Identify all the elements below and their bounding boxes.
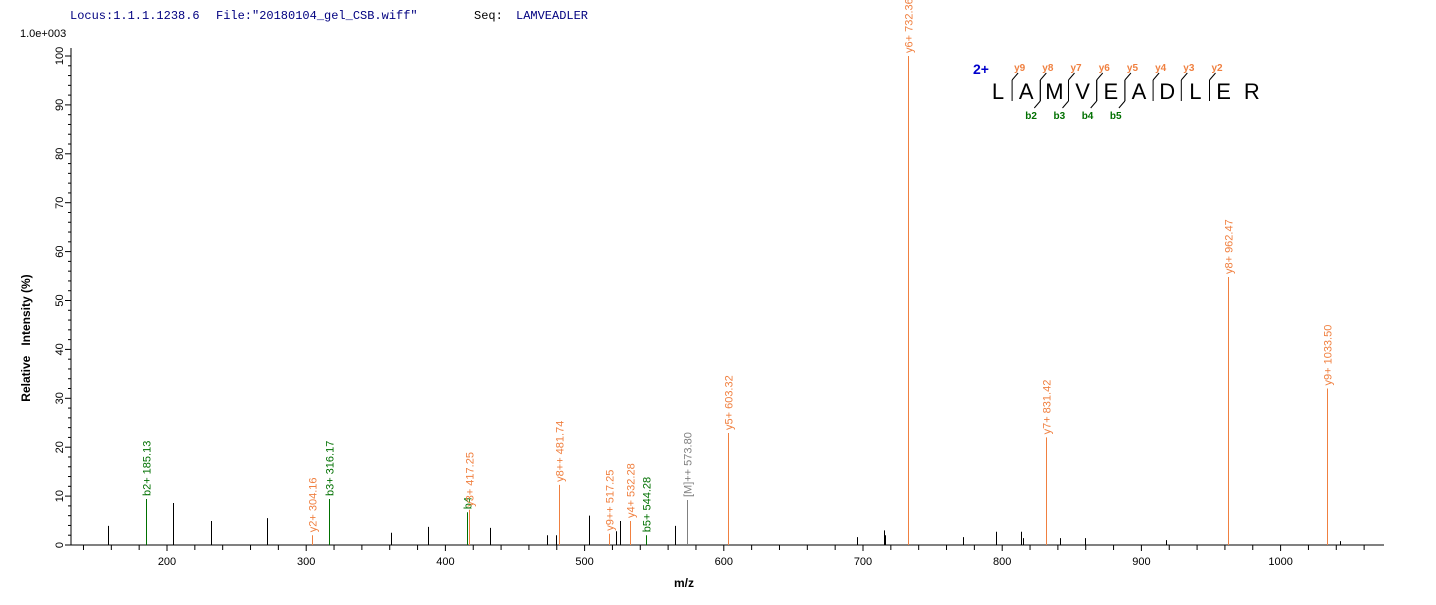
y-cleavage-mark xyxy=(1096,72,1104,81)
y-scale-label: 1.0e+003 xyxy=(20,28,66,40)
sequence-fragment-map: 2+ L A M V E A D L E Ry9 y8b2y7b3y6b4y5b5y4 y3 y2 xyxy=(973,61,1260,122)
b-ion-label: b5 xyxy=(1110,111,1122,122)
y-axis-label: Relative Intensity (%) xyxy=(19,274,33,401)
residue: L xyxy=(1189,79,1201,104)
peak-label: y6+ 732.36 xyxy=(904,0,916,53)
peaks: b2+ 185.13 y2+ 304.16 b3+ 316.17 b4 y3+ 417.… xyxy=(108,0,1341,545)
b-ion-label: b2 xyxy=(1025,111,1037,122)
residue: L xyxy=(992,79,1004,104)
y-cleavage-mark xyxy=(1209,72,1216,81)
peak-label: y9++ 517.25 xyxy=(605,470,617,531)
b-cleavage-mark xyxy=(1118,100,1126,109)
y-ion-label: y2 xyxy=(1212,63,1224,74)
residue: M xyxy=(1045,79,1063,104)
b-ion-label: b4 xyxy=(1082,111,1094,122)
mass-spectrum-chart: Locus:1.1.1.1238.6 File:"20180104_gel_CS… xyxy=(19,0,1384,590)
y-ion-label: y3 xyxy=(1183,63,1195,74)
peak-label: y2+ 304.16 xyxy=(308,477,320,532)
axes: 0 10 20 30 40 50 60 70 80 90 100 200 300 400 500 600 700… xyxy=(54,47,1384,568)
x-tick-label: 1000 xyxy=(1268,556,1292,568)
peak-label: b3+ 316.17 xyxy=(325,441,337,496)
x-axis-label: m/z xyxy=(674,576,694,590)
residue: V xyxy=(1075,79,1090,104)
y-tick-label: 100 xyxy=(54,47,66,65)
residue: A xyxy=(1132,79,1147,104)
y-ion-label: y7 xyxy=(1071,63,1083,74)
peak-label: [M]++ 573.80 xyxy=(683,432,695,497)
y-ion-label: y5 xyxy=(1127,63,1139,74)
header-seq: LAMVEADLER xyxy=(516,9,588,23)
peak-label: y4+ 532.28 xyxy=(626,463,638,518)
x-tick-label: 400 xyxy=(436,556,454,568)
y-tick-label: 80 xyxy=(54,148,66,160)
x-tick-label: 600 xyxy=(715,556,733,568)
header-file: File:"20180104_gel_CSB.wiff" xyxy=(216,9,418,23)
peak-label: y8+ 962.47 xyxy=(1224,219,1236,274)
y-tick-label: 10 xyxy=(54,490,66,502)
x-tick-label: 500 xyxy=(575,556,593,568)
peak-label: y8++ 481.74 xyxy=(555,421,567,482)
header-seq-label: Seq: xyxy=(474,9,503,23)
y-cleavage-mark xyxy=(1180,72,1188,81)
residue: E xyxy=(1103,79,1118,104)
x-tick-label: 800 xyxy=(993,556,1011,568)
x-tick-label: 300 xyxy=(297,556,315,568)
y-cleavage-mark xyxy=(1124,72,1132,81)
peak-label: y9+ 1033.50 xyxy=(1323,325,1335,386)
residue: E xyxy=(1216,79,1231,104)
charge-state: 2+ xyxy=(973,61,989,77)
y-cleavage-mark xyxy=(1152,72,1160,81)
peak-label: y7+ 831.42 xyxy=(1042,380,1054,435)
peak-label: b2+ 185.13 xyxy=(142,441,154,496)
x-tick-label: 700 xyxy=(854,556,872,568)
y-tick-label: 40 xyxy=(54,343,66,355)
peak-label: b5+ 544.28 xyxy=(642,477,654,532)
y-tick-label: 20 xyxy=(54,441,66,453)
residue: A xyxy=(1019,79,1034,104)
y-tick-label: 70 xyxy=(54,197,66,209)
y-ion-label: y6 xyxy=(1099,63,1111,74)
y-cleavage-mark xyxy=(1068,72,1075,81)
header-locus: Locus:1.1.1.1238.6 xyxy=(70,9,200,23)
y-ion-label: y4 xyxy=(1155,63,1167,74)
b-cleavage-mark xyxy=(1033,100,1041,109)
b-cleavage-mark xyxy=(1090,100,1098,109)
y-tick-label: 0 xyxy=(54,542,66,548)
b-ion-label: b3 xyxy=(1054,111,1066,122)
y-tick-label: 50 xyxy=(54,294,66,306)
x-tick-label: 200 xyxy=(158,556,176,568)
residue: D xyxy=(1159,79,1175,104)
y-ion-label: y9 xyxy=(1014,63,1026,74)
y-tick-label: 90 xyxy=(54,99,66,111)
y-cleavage-mark xyxy=(1011,72,1019,81)
peak-label: y5+ 603.32 xyxy=(724,375,736,430)
y-tick-label: 60 xyxy=(54,245,66,257)
peak-label: y3+ 417.25 xyxy=(465,452,477,507)
y-tick-label: 30 xyxy=(54,392,66,404)
residue: R xyxy=(1244,79,1260,104)
x-tick-label: 900 xyxy=(1132,556,1150,568)
y-ion-label: y8 xyxy=(1042,63,1054,74)
